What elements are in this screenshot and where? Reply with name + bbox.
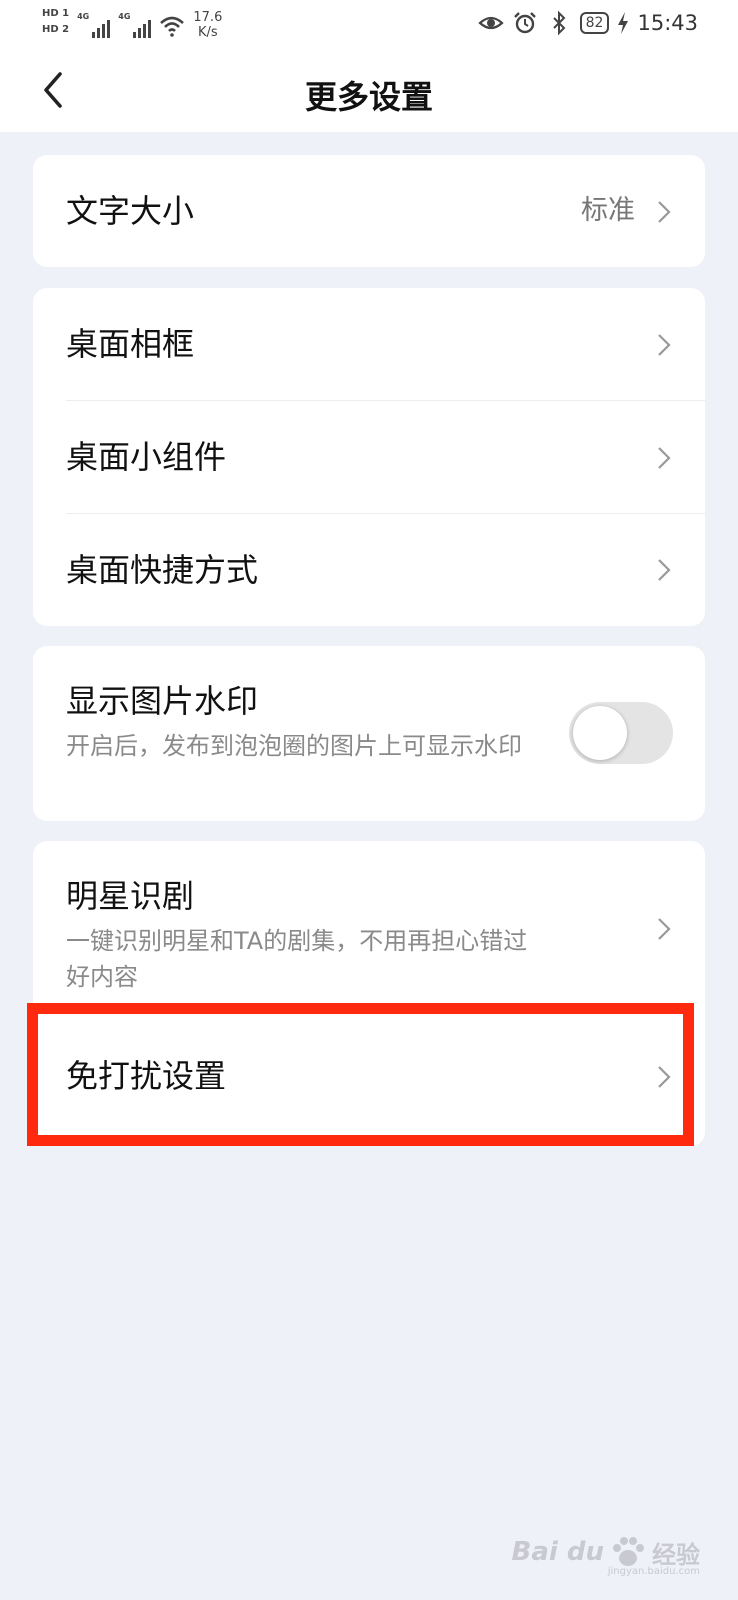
desktop-frame-row[interactable]: 桌面相框 — [33, 288, 705, 401]
signal-1-tag: 4G — [77, 12, 90, 21]
baidu-brand: Bai du — [511, 1537, 604, 1567]
dnd-settings-label: 免打扰设置 — [66, 1057, 227, 1095]
text-size-label: 文字大小 — [66, 192, 195, 230]
hd1-badge: HD 1 — [42, 8, 70, 19]
baidu-watermark: Bai du 经验 jingyan.baidu.com — [511, 1532, 700, 1577]
dnd-settings-row[interactable]: 免打扰设置 — [33, 1007, 705, 1146]
image-watermark-card: 显示图片水印 开启后，发布到泡泡圈的图片上可显示水印 — [33, 646, 705, 821]
text-size-card: 文字大小 标准 — [33, 155, 705, 267]
bluetooth-icon — [552, 10, 566, 36]
page-title: 更多设置 — [304, 78, 433, 116]
desktop-shortcut-label: 桌面快捷方式 — [66, 551, 259, 589]
alarm-icon — [513, 12, 536, 34]
toggle-knob — [573, 706, 627, 760]
chevron-right-icon — [658, 201, 671, 223]
star-recognition-title: 明星识剧 — [66, 877, 195, 915]
image-watermark-description: 开启后，发布到泡泡圈的图片上可显示水印 — [66, 732, 522, 760]
star-dnd-card: 明星识剧 一键识别明星和TA的剧集，不用再担心错过好内容 免打扰设置 — [33, 841, 705, 1146]
hd-indicators: HD 1 HD 2 — [42, 8, 69, 36]
signal-2-tag: 4G — [118, 12, 131, 21]
desktop-widget-label: 桌面小组件 — [66, 438, 227, 476]
hd2-badge: HD 2 — [42, 24, 70, 35]
chevron-right-icon — [658, 1066, 671, 1088]
chevron-right-icon — [658, 559, 671, 581]
wifi-icon — [160, 16, 185, 37]
baidu-url: jingyan.baidu.com — [607, 1566, 700, 1577]
desktop-shortcut-row[interactable]: 桌面快捷方式 — [33, 514, 705, 626]
baidu-sub: 经验 — [652, 1540, 700, 1569]
desktop-widget-row[interactable]: 桌面小组件 — [33, 401, 705, 514]
speed-value: 17.6 — [193, 10, 223, 25]
text-size-value: 标准 — [581, 195, 635, 226]
chevron-right-icon — [658, 334, 671, 356]
charging-icon — [618, 12, 629, 34]
eye-icon — [478, 16, 504, 30]
nav-header: 更多设置 — [0, 50, 738, 132]
star-recognition-row[interactable]: 明星识剧 一键识别明星和TA的剧集，不用再担心错过好内容 — [33, 841, 705, 1007]
status-right: 82 15:43 — [478, 10, 698, 36]
chevron-right-icon — [658, 447, 671, 469]
text-size-row[interactable]: 文字大小 标准 — [33, 155, 705, 267]
signal-2-icon: 4G — [118, 12, 152, 38]
network-speed: 17.6 K/s — [193, 10, 222, 40]
desktop-frame-label: 桌面相框 — [66, 325, 195, 363]
speed-unit: K/s — [198, 25, 218, 40]
chevron-right-icon — [658, 918, 671, 940]
status-left: HD 1 HD 2 4G 4G 17.6 K/s — [42, 8, 222, 40]
image-watermark-toggle[interactable] — [569, 702, 673, 764]
clock: 15:43 — [637, 11, 698, 35]
image-watermark-title: 显示图片水印 — [66, 682, 259, 720]
battery-indicator: 82 — [579, 12, 610, 34]
star-recognition-description: 一键识别明星和TA的剧集，不用再担心错过好内容 — [66, 927, 528, 991]
desktop-settings-card: 桌面相框 桌面小组件 桌面快捷方式 — [33, 288, 705, 626]
signal-1-icon: 4G — [77, 12, 111, 38]
status-bar: HD 1 HD 2 4G 4G 17.6 K/s 82 15:43 — [0, 0, 738, 50]
